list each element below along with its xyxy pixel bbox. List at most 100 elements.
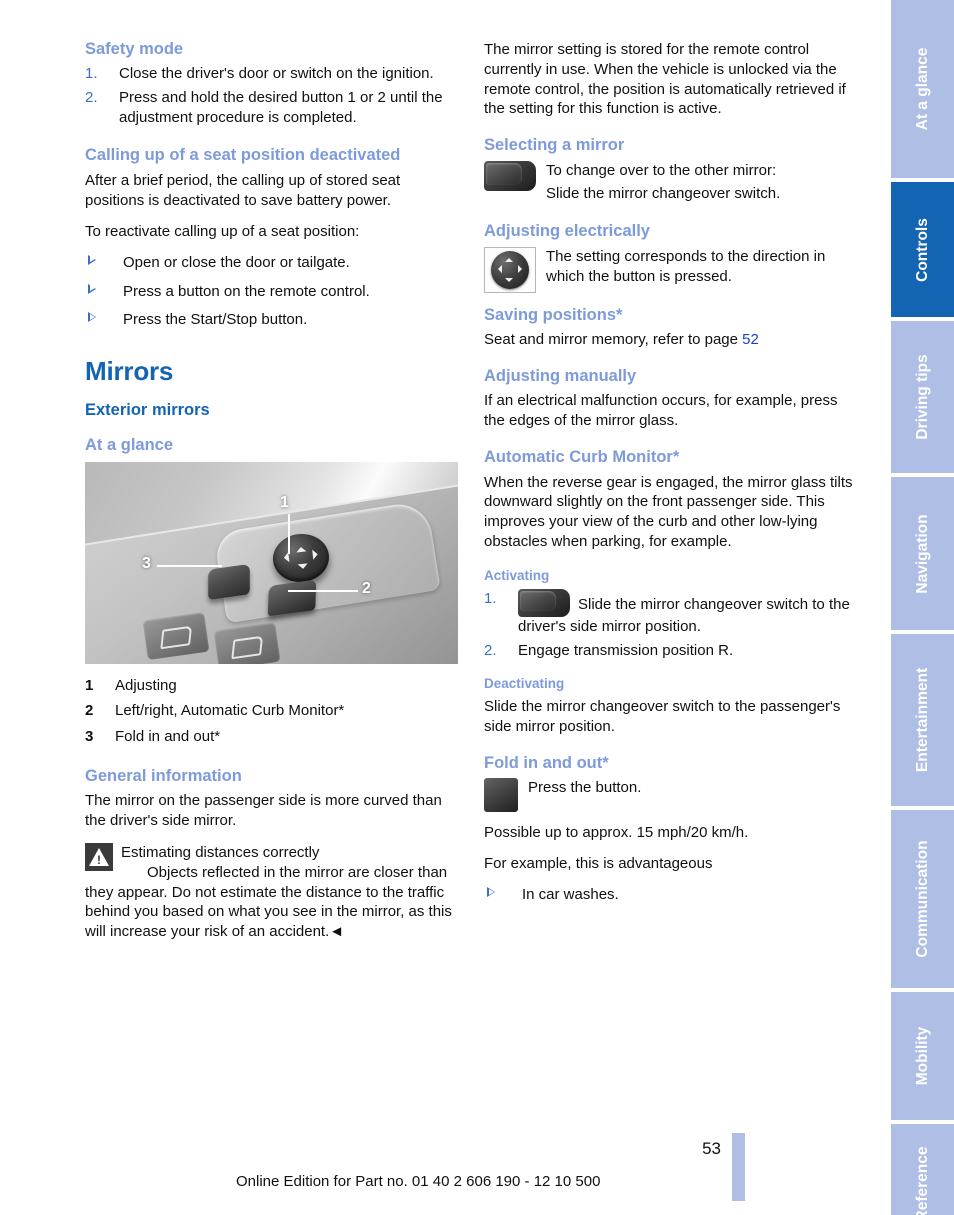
warning-triangle-icon: ! (85, 843, 113, 872)
arrow-right-icon (518, 264, 526, 273)
warning-body: Objects reflected in the mirror are clos… (85, 863, 452, 941)
right-column: The mirror setting is stored for the rem… (484, 40, 859, 916)
door-panel-illustration: 1 3 2 (85, 461, 458, 664)
callout-leader-line (288, 589, 358, 592)
intro-paragraph: The mirror setting is stored for the rem… (484, 41, 846, 118)
selecting-mirror-icon-block: To change over to the other mirror: Slid… (484, 160, 859, 209)
selecting-mirror-line-1: To change over to the other mirror: (546, 161, 777, 179)
legend-number: 1 (85, 676, 94, 694)
safety-mode-steps: 1. Close the driver's door or switch on … (85, 64, 460, 127)
changeover-switch-shape (267, 579, 317, 617)
legend-text: Adjusting (115, 676, 177, 694)
page-number-accent-bar (732, 1133, 745, 1201)
fold-button-icon (484, 778, 518, 813)
general-information-paragraph: The mirror on the passenger side is more… (85, 792, 442, 830)
sidebar-tab-label: Driving tips (913, 354, 931, 440)
legend-number: 2 (85, 702, 94, 720)
fold-switch-shape (208, 563, 250, 600)
sidebar-tab-mobility[interactable]: Mobility (885, 992, 954, 1120)
exclamation-mark: ! (97, 853, 101, 868)
window-switch-icon (142, 611, 210, 660)
arrow-up-icon (295, 541, 307, 553)
callout-label: 1 (280, 493, 289, 511)
arrow-left-icon (494, 264, 502, 273)
sidebar-tab-reference[interactable]: Reference (885, 1124, 954, 1215)
calling-up-paragraph-1: After a brief period, the calling up of … (85, 172, 401, 210)
callout-label: 2 (362, 579, 371, 597)
footer-note: Online Edition for Part no. 01 40 2 606 … (236, 1173, 601, 1190)
step-marker: 1. (85, 65, 98, 83)
calling-up-paragraph-2: To reactivate calling up of a seat posit… (85, 222, 360, 240)
sidebar-tab-entertainment[interactable]: Entertainment (885, 634, 954, 806)
list-item: Open or close the door or tailgate. (85, 253, 460, 273)
heading-general-information: General information (85, 766, 242, 785)
sidebar-tab-label: Entertainment (913, 667, 931, 773)
arrow-down-icon (505, 277, 513, 286)
sidebar-tab-label: Reference (913, 1146, 931, 1215)
bullet-text: Press a button on the remote control. (123, 282, 370, 300)
sidebar-tab-driving-tips[interactable]: Driving tips (885, 321, 954, 473)
mirror-changeover-switch-icon (518, 588, 570, 617)
list-item: Press the Start/Stop button. (85, 310, 460, 330)
sidebar-tab-navigation[interactable]: Navigation (885, 477, 954, 630)
step-text: Engage transmission position R. (518, 641, 734, 659)
arrow-right-icon (312, 549, 324, 561)
sidebar-tab-at-a-glance[interactable]: At a glance (885, 0, 954, 178)
heading-selecting-a-mirror: Selecting a mirror (484, 136, 625, 155)
callout-label: 3 (142, 554, 151, 572)
adjusting-manually-paragraph: If an electrical malfunction occurs, for… (484, 392, 838, 430)
adjusting-electrically-icon-block: The setting corresponds to the direction… (484, 246, 859, 293)
legend-text: Left/right, Automatic Curb Monitor* (115, 702, 345, 720)
list-item: 2. Engage transmission position R. (484, 641, 859, 661)
sidebar-tab-label: Mobility (913, 1026, 931, 1086)
list-item: In car washes. (484, 885, 859, 905)
page-cross-reference[interactable]: 52 (742, 331, 759, 348)
automatic-curb-monitor-paragraph: When the reverse gear is engaged, the mi… (484, 473, 853, 550)
arrow-up-icon (505, 254, 513, 262)
callout-leader-line (288, 513, 290, 554)
list-item: 2. Press and hold the desired button 1 o… (85, 88, 460, 128)
triangle-bullet-icon (88, 283, 96, 294)
activating-steps: 1. Slide the mirror changeover switch to… (484, 588, 859, 661)
bullet-text: Open or close the door or tailgate. (123, 253, 350, 271)
reactivate-bullet-list: Open or close the door or tailgate. Pres… (85, 253, 460, 330)
arrow-left-icon (278, 552, 290, 564)
list-item: 1. Close the driver's door or switch on … (85, 64, 460, 84)
manual-page: Safety mode 1. Close the driver's door o… (0, 0, 954, 1215)
fold-paragraph-1: Possible up to approx. 15 mph/20 km/h. (484, 824, 749, 842)
callout-leader-line (157, 564, 222, 567)
sidebar-tab-communication[interactable]: Communication (885, 810, 954, 988)
sidebar-tab-label: Navigation (913, 513, 931, 594)
triangle-bullet-icon (88, 312, 96, 323)
fold-icon-text: Press the button. (528, 778, 859, 802)
step-marker: 2. (484, 641, 497, 659)
fold-bullet-list: In car washes. (484, 885, 859, 905)
saving-positions-paragraph: Seat and mirror memory, refer to page 52 (484, 330, 859, 350)
section-tab-sidebar: At a glance Controls Driving tips Naviga… (885, 0, 954, 1215)
heading-at-a-glance: At a glance (85, 436, 174, 455)
heading-safety-mode: Safety mode (85, 40, 184, 58)
bullet-text: Press the Start/Stop button. (123, 311, 308, 329)
legend-text: Fold in and out* (115, 728, 221, 746)
legend-number: 3 (85, 728, 94, 746)
warning-block: ! Estimating distances correctly Objects… (85, 843, 460, 942)
heading-calling-up-deactivated: Calling up of a seat position deactivate… (85, 145, 401, 164)
heading-exterior-mirrors: Exterior mirrors (85, 401, 210, 420)
triangle-bullet-icon (88, 254, 96, 265)
list-item: 1. Slide the mirror changeover switch to… (484, 588, 859, 637)
heading-saving-positions: Saving positions* (484, 305, 623, 324)
adjusting-electrically-text: The setting corresponds to the direction… (546, 247, 859, 291)
warning-title: Estimating distances correctly (121, 844, 320, 862)
heading-deactivating: Deactivating (484, 676, 565, 692)
sidebar-tab-controls[interactable]: Controls (885, 182, 954, 317)
legend-row: 3 Fold in and out* (85, 727, 460, 747)
heading-fold-in-and-out: Fold in and out* (484, 753, 609, 772)
illustration-legend: 1 Adjusting 2 Left/right, Automatic Curb… (85, 676, 460, 747)
legend-row: 2 Left/right, Automatic Curb Monitor* (85, 701, 460, 721)
fold-icon-block: Press the button. (484, 778, 859, 813)
adjusting-electrically-paragraph: The setting corresponds to the direction… (546, 247, 826, 285)
heading-activating: Activating (484, 567, 550, 583)
joystick-disc (491, 250, 529, 289)
fold-icon-paragraph: Press the button. (528, 779, 642, 797)
bullet-text: In car washes. (522, 885, 619, 903)
